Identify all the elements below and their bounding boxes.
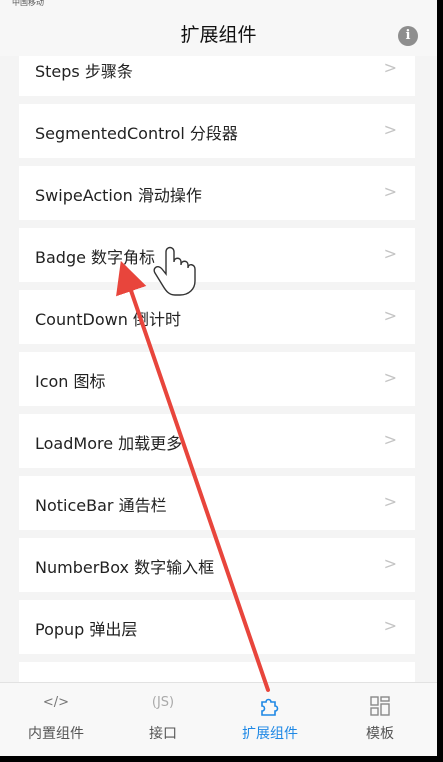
annotation-overlay xyxy=(116,246,270,692)
annotation-arrow xyxy=(116,260,270,692)
hand-pointer-icon xyxy=(153,246,196,296)
